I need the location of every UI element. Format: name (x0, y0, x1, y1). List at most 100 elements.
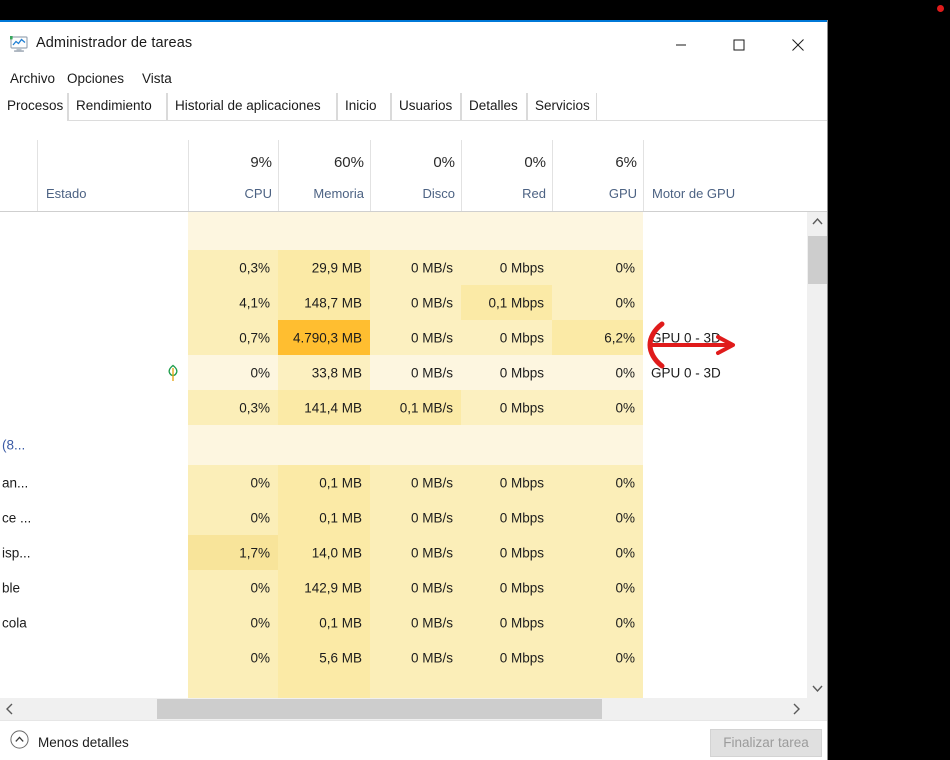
tab-usuarios[interactable]: Usuarios (391, 93, 461, 120)
cell-motorgpu[interactable] (643, 212, 806, 250)
process-name-cell[interactable]: ble (0, 570, 188, 605)
cell-gpu[interactable]: 0% (552, 390, 643, 425)
cell-memoria[interactable] (278, 675, 370, 698)
cell-motorgpu[interactable] (643, 500, 806, 535)
close-button[interactable] (775, 24, 821, 66)
tab-servicios[interactable]: Servicios (527, 93, 597, 120)
tab-historial-de-aplicaciones[interactable]: Historial de aplicaciones (167, 93, 337, 120)
cell-disco[interactable]: 0 MB/s (370, 320, 461, 355)
table-row[interactable]: 0,3% 29,9 MB 0 MB/s 0 Mbps 0% (0, 250, 806, 285)
cell-memoria[interactable]: 33,8 MB (278, 355, 370, 390)
cell-disco[interactable]: 0 MB/s (370, 640, 461, 675)
cell-disco[interactable]: 0 MB/s (370, 500, 461, 535)
cell-cpu[interactable]: 0,7% (188, 320, 278, 355)
minimize-button[interactable] (658, 24, 704, 66)
table-row[interactable]: 0,3% 141,4 MB 0,1 MB/s 0 Mbps 0% (0, 390, 806, 425)
cell-cpu[interactable]: 0% (188, 640, 278, 675)
cell-memoria[interactable]: 5,6 MB (278, 640, 370, 675)
cell-memoria[interactable]: 148,7 MB (278, 285, 370, 320)
vertical-scrollbar[interactable] (806, 212, 827, 698)
column-header-cpu[interactable]: 9% CPU (188, 140, 278, 211)
cell-red[interactable]: 0 Mbps (461, 465, 552, 500)
cell-motorgpu[interactable] (643, 570, 806, 605)
cell-motorgpu[interactable] (643, 465, 806, 500)
cell-red[interactable]: 0 Mbps (461, 390, 552, 425)
cell-gpu[interactable]: 0% (552, 355, 643, 390)
horizontal-scroll-thumb[interactable] (157, 699, 602, 719)
cell-disco[interactable]: 0 MB/s (370, 535, 461, 570)
less-details-button[interactable]: Menos detalles (10, 730, 129, 754)
cell-cpu[interactable] (188, 212, 278, 250)
process-name-cell[interactable] (0, 285, 188, 320)
cell-gpu[interactable]: 0% (552, 640, 643, 675)
cell-disco[interactable]: 0 MB/s (370, 605, 461, 640)
column-header-memoria[interactable]: 60% Memoria (278, 140, 370, 211)
process-name-cell[interactable]: ce ... (0, 500, 188, 535)
cell-red[interactable] (461, 212, 552, 250)
process-name-cell[interactable]: (8... (0, 425, 188, 465)
cell-gpu[interactable]: 6,2% (552, 320, 643, 355)
cell-cpu[interactable] (188, 675, 278, 698)
horizontal-scrollbar[interactable] (0, 698, 806, 720)
cell-disco[interactable]: 0,1 MB/s (370, 390, 461, 425)
cell-cpu[interactable]: 1,7% (188, 535, 278, 570)
process-name-cell[interactable] (0, 390, 188, 425)
process-name-cell[interactable] (0, 320, 188, 355)
cell-motorgpu[interactable] (643, 535, 806, 570)
cell-memoria[interactable] (278, 425, 370, 465)
cell-motorgpu[interactable] (643, 640, 806, 675)
table-row[interactable]: 0% 5,6 MB 0 MB/s 0 Mbps 0% (0, 640, 806, 675)
cell-motorgpu[interactable] (643, 285, 806, 320)
cell-disco[interactable] (370, 675, 461, 698)
cell-motorgpu[interactable] (643, 425, 806, 465)
cell-disco[interactable] (370, 425, 461, 465)
cell-disco[interactable]: 0 MB/s (370, 355, 461, 390)
process-name-cell[interactable]: an... (0, 465, 188, 500)
table-row[interactable]: 0% 33,8 MB 0 MB/s 0 Mbps 0% GPU 0 - 3D (0, 355, 806, 390)
cell-gpu[interactable] (552, 675, 643, 698)
tab-rendimiento[interactable]: Rendimiento (68, 93, 167, 120)
cell-cpu[interactable]: 0,3% (188, 390, 278, 425)
cell-gpu[interactable]: 0% (552, 500, 643, 535)
cell-red[interactable]: 0 Mbps (461, 535, 552, 570)
cell-red[interactable]: 0 Mbps (461, 640, 552, 675)
cell-disco[interactable]: 0 MB/s (370, 570, 461, 605)
cell-red[interactable]: 0 Mbps (461, 570, 552, 605)
column-header-motorgpu[interactable]: Motor de GPU (643, 140, 806, 211)
table-row[interactable]: ce ... 0% 0,1 MB 0 MB/s 0 Mbps 0% (0, 500, 806, 535)
cell-disco[interactable]: 0 MB/s (370, 285, 461, 320)
cell-red[interactable] (461, 675, 552, 698)
cell-memoria[interactable]: 0,1 MB (278, 605, 370, 640)
cell-memoria[interactable]: 141,4 MB (278, 390, 370, 425)
cell-memoria[interactable]: 142,9 MB (278, 570, 370, 605)
menu-item-vista[interactable]: Vista (136, 69, 178, 88)
table-row[interactable] (0, 212, 806, 250)
cell-gpu[interactable]: 0% (552, 465, 643, 500)
process-name-cell[interactable]: isp... (0, 535, 188, 570)
cell-memoria[interactable]: 14,0 MB (278, 535, 370, 570)
column-header-disco[interactable]: 0% Disco (370, 140, 461, 211)
table-row[interactable] (0, 675, 806, 698)
cell-red[interactable]: 0,1 Mbps (461, 285, 552, 320)
table-row[interactable]: cola 0% 0,1 MB 0 MB/s 0 Mbps 0% (0, 605, 806, 640)
tab-inicio[interactable]: Inicio (337, 93, 391, 120)
tab-detalles[interactable]: Detalles (461, 93, 527, 120)
vertical-scroll-thumb[interactable] (808, 236, 827, 284)
scroll-right-button[interactable] (786, 698, 806, 720)
scroll-left-button[interactable] (0, 698, 20, 720)
cell-memoria[interactable]: 0,1 MB (278, 500, 370, 535)
cell-disco[interactable] (370, 212, 461, 250)
cell-red[interactable]: 0 Mbps (461, 320, 552, 355)
cell-motorgpu[interactable] (643, 675, 806, 698)
cell-disco[interactable]: 0 MB/s (370, 250, 461, 285)
cell-cpu[interactable]: 4,1% (188, 285, 278, 320)
cell-cpu[interactable]: 0% (188, 605, 278, 640)
cell-motorgpu[interactable]: GPU 0 - 3D (643, 355, 806, 390)
table-row[interactable]: 0,7% 4.790,3 MB 0 MB/s 0 Mbps 6,2% GPU 0 - 3D (0, 320, 806, 355)
cell-red[interactable]: 0 Mbps (461, 500, 552, 535)
column-header-gpu[interactable]: 6% GPU (552, 140, 643, 211)
process-name-cell[interactable]: cola (0, 605, 188, 640)
cell-motorgpu[interactable] (643, 605, 806, 640)
cell-cpu[interactable]: 0% (188, 355, 278, 390)
maximize-button[interactable] (716, 24, 762, 66)
